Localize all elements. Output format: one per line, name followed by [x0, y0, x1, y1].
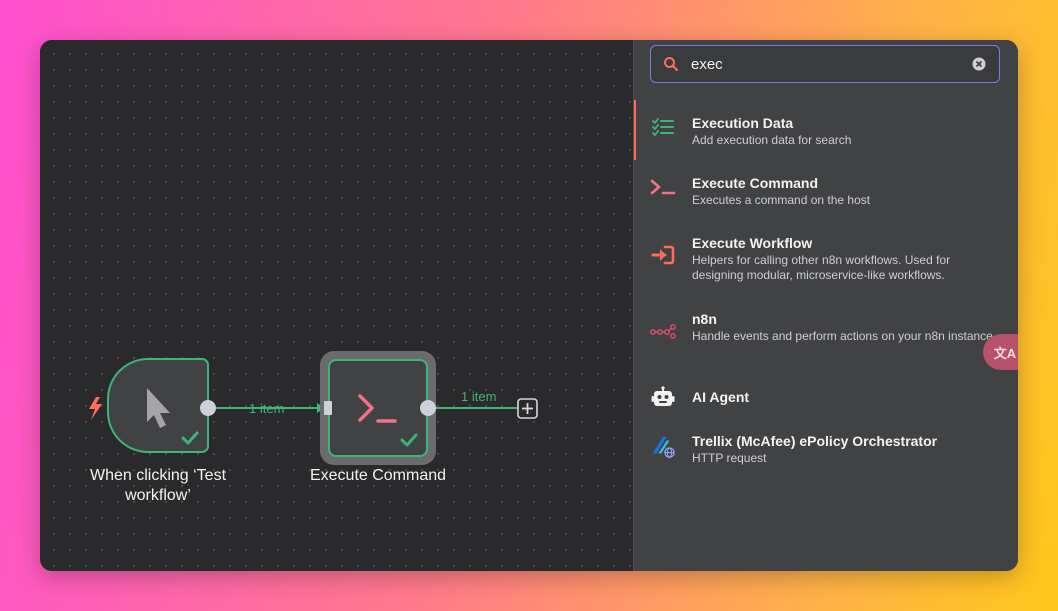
- workflow-canvas[interactable]: 1 item 1 item When clicking ‘Test workfl…: [40, 40, 633, 571]
- search-input[interactable]: [691, 55, 971, 73]
- execute-command-node[interactable]: [320, 351, 436, 465]
- result-title: Execution Data: [692, 115, 794, 131]
- n8n-logo-icon: [650, 318, 676, 344]
- result-title: AI Agent: [692, 389, 750, 405]
- trigger-node[interactable]: [107, 358, 209, 453]
- sign-in-icon: [650, 242, 676, 268]
- clear-search-icon[interactable]: [971, 56, 987, 72]
- search-box[interactable]: [650, 45, 1000, 83]
- result-execute-workflow[interactable]: Execute Workflow Helpers for calling oth…: [634, 220, 1018, 296]
- result-ai-agent[interactable]: AI Agent: [634, 372, 1018, 418]
- result-title: Trellix (McAfee) ePolicy Orchestrator: [692, 433, 938, 449]
- connection-2-item-count: 1 item: [461, 389, 497, 404]
- search-icon: [664, 57, 679, 72]
- result-description: Executes a command on the host: [692, 193, 871, 207]
- search-results-list: Execution Data Add execution data for se…: [634, 100, 1018, 478]
- terminal-icon: [650, 174, 676, 200]
- add-node-button[interactable]: [517, 398, 538, 419]
- checklist-icon: [650, 114, 676, 140]
- node-creator-panel: Execution Data Add execution data for se…: [633, 40, 1018, 571]
- translate-button[interactable]: 文A: [983, 334, 1018, 370]
- result-title: Execute Command: [692, 175, 819, 191]
- robot-icon: [650, 384, 676, 410]
- result-n8n[interactable]: n8n Handle events and perform actions on…: [634, 296, 1018, 372]
- execute-input-handle[interactable]: [324, 401, 332, 415]
- translate-icon: 文A: [993, 345, 1017, 361]
- execute-command-node-label: Execute Command: [309, 467, 447, 484]
- trigger-node-label: When clicking ‘Test workflow’: [89, 467, 227, 504]
- result-description: Helpers for calling other n8n workflows.…: [692, 253, 951, 282]
- trellix-icon: [650, 434, 676, 460]
- trigger-bolt-icon: [89, 397, 102, 420]
- execute-output-handle[interactable]: [420, 400, 436, 416]
- result-execution-data[interactable]: Execution Data Add execution data for se…: [634, 100, 1018, 160]
- result-title: n8n: [692, 311, 717, 327]
- connection-1-item-count: 1 item: [249, 401, 285, 416]
- trigger-output-handle[interactable]: [200, 400, 216, 416]
- app-window: 1 item 1 item When clicking ‘Test workfl…: [40, 40, 1018, 571]
- result-trellix[interactable]: Trellix (McAfee) ePolicy Orchestrator HT…: [634, 418, 1018, 478]
- result-description: Handle events and perform actions on you…: [692, 329, 993, 343]
- result-execute-command[interactable]: Execute Command Executes a command on th…: [634, 160, 1018, 220]
- result-title: Execute Workflow: [692, 235, 813, 251]
- result-description: HTTP request: [692, 451, 767, 465]
- result-description: Add execution data for search: [692, 133, 852, 147]
